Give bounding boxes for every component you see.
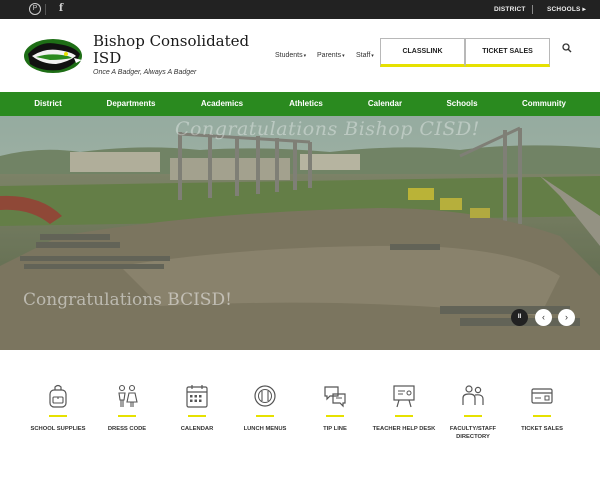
caret-down-icon: ▾ [371, 53, 374, 59]
quicklink-teacher-help-desk[interactable]: TEACHER HELP DESK [369, 383, 439, 433]
divider [45, 4, 46, 15]
quicklink-label: TEACHER HELP DESK [372, 426, 436, 432]
previous-slide-button[interactable]: ‹ [535, 309, 552, 326]
quicklink-label: CALENDAR [180, 426, 214, 432]
accent-bar [188, 415, 206, 417]
main-navigation: District Departments Academics Athletics… [0, 92, 600, 116]
tagline: Once A Badger, Always A Badger [93, 69, 197, 76]
caret-down-icon: ▾ [303, 53, 307, 59]
site-header: Bishop Consolidated ISD Once A Badger, A… [0, 19, 600, 92]
next-slide-button[interactable]: › [558, 309, 575, 326]
quicklink-school-supplies[interactable]: SCHOOL SUPPLIES [23, 383, 93, 433]
utility-bar: P f DISTRICT SCHOOLS ▸ [0, 0, 600, 19]
hero-caption: Congratulations BCISD! [23, 290, 232, 310]
dress-code-icon [118, 384, 138, 407]
pinterest-icon[interactable]: P [29, 3, 41, 15]
chat-bubbles-icon [324, 386, 346, 408]
quicklink-faculty-staff-directory[interactable]: FACULTY/STAFF DIRECTORY [438, 383, 508, 441]
quicklink-calendar[interactable]: CALENDAR [162, 383, 232, 433]
mainnav-schools[interactable]: Schools [436, 92, 488, 116]
quicklink-label: TIP LINE [323, 426, 347, 432]
nav-label: Parents [317, 52, 342, 59]
accent-bar [464, 415, 482, 417]
quicklink-label: DRESS CODE [107, 426, 147, 432]
search-icon[interactable] [562, 43, 572, 53]
mainnav-academics[interactable]: Academics [190, 92, 254, 116]
ticket-icon [531, 388, 553, 404]
pause-button[interactable]: II [511, 309, 528, 326]
mainnav-district[interactable]: District [22, 92, 74, 116]
hero-slideshow[interactable]: Congratulations Bishop CISD! Congratulat… [0, 116, 600, 350]
mainnav-community[interactable]: Community [512, 92, 576, 116]
caret-down-icon: ▾ [342, 53, 345, 59]
district-link[interactable]: DISTRICT [494, 0, 526, 19]
quicklink-label: LUNCH MENUS [243, 426, 287, 432]
backpack-icon [49, 384, 67, 408]
divider [532, 5, 533, 14]
mainnav-athletics[interactable]: Athletics [278, 92, 334, 116]
schools-link[interactable]: SCHOOLS ▸ [547, 0, 586, 19]
accent-bar [256, 415, 274, 417]
badger-logo[interactable] [22, 36, 84, 76]
quicklink-dress-code[interactable]: DRESS CODE [92, 383, 162, 433]
nav-label: Students [275, 52, 303, 59]
facebook-icon[interactable]: f [55, 3, 67, 15]
quicklink-label: FACULTY/STAFF DIRECTORY [449, 426, 497, 440]
calendar-icon [186, 385, 208, 408]
quicklink-tip-line[interactable]: TIP LINE [300, 383, 370, 433]
quicklink-label: TICKET SALES [521, 426, 563, 432]
accent-bar [118, 415, 136, 417]
ticket-sales-button[interactable]: TICKET SALES [465, 38, 550, 67]
quicklink-ticket-sales[interactable]: TICKET SALES [507, 383, 577, 433]
site-title[interactable]: Bishop Consolidated ISD [93, 33, 253, 67]
construction-site-photo [0, 116, 600, 350]
lunch-icon [254, 385, 276, 407]
mainnav-calendar[interactable]: Calendar [358, 92, 412, 116]
classlink-button[interactable]: CLASSLINK [380, 38, 465, 67]
nav-parents[interactable]: Parents▾ [317, 52, 345, 59]
quicklink-lunch-menus[interactable]: LUNCH MENUS [230, 383, 300, 433]
people-icon [462, 385, 484, 405]
hero-overlay-title: Congratulations Bishop CISD! [175, 118, 480, 140]
quick-links: SCHOOL SUPPLIES DRESS CODE CALENDAR LUNC… [0, 350, 600, 480]
accent-bar [326, 415, 344, 417]
nav-students[interactable]: Students▾ [275, 52, 306, 59]
nav-staff[interactable]: Staff▾ [356, 52, 374, 59]
nav-label: Staff [356, 52, 371, 59]
quicklink-label: SCHOOL SUPPLIES [30, 426, 86, 432]
accent-bar [395, 415, 413, 417]
mainnav-departments[interactable]: Departments [97, 92, 165, 116]
accent-bar [533, 415, 551, 417]
accent-bar [49, 415, 67, 417]
presentation-icon [393, 385, 415, 408]
